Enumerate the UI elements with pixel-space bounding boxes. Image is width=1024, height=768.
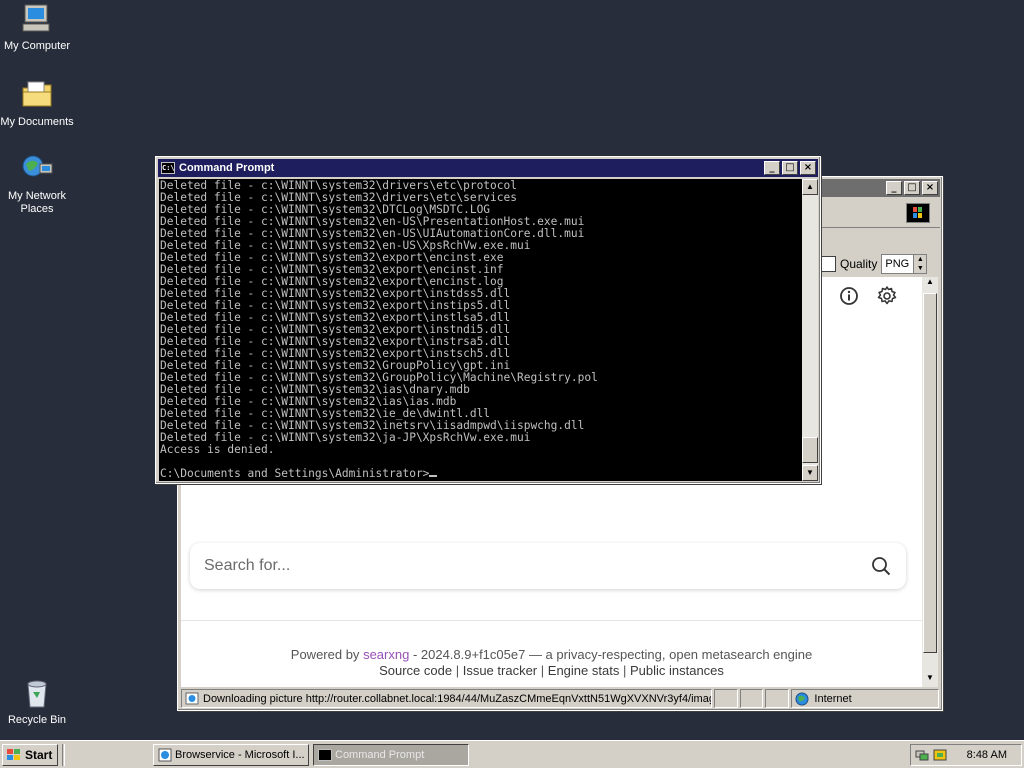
status-bar: Downloading picture http://router.collab… xyxy=(181,689,940,709)
address-bar-area xyxy=(818,201,936,225)
desktop-icon-label: My Documents xyxy=(0,116,74,128)
task-button-command-prompt[interactable]: Command Prompt xyxy=(313,743,469,766)
folder-icon xyxy=(20,78,54,112)
version-text: - 2024.8.9+f1c05e7 — a privacy-respectin… xyxy=(412,647,813,662)
search-icon[interactable] xyxy=(870,555,892,577)
scroll-thumb[interactable] xyxy=(923,293,937,653)
powered-by-text: Powered by xyxy=(290,647,360,662)
status-message-cell: Downloading picture http://router.collab… xyxy=(181,689,712,708)
quality-select[interactable]: PNG ▲ ▼ xyxy=(881,254,928,274)
scroll-down-arrow[interactable]: ▼ xyxy=(802,465,818,481)
close-button[interactable]: × xyxy=(922,181,938,195)
desktop-icon-label: Recycle Bin xyxy=(7,714,67,726)
cmd-title-bar[interactable]: C:\ Command Prompt _ □ × xyxy=(158,159,818,177)
page-icon xyxy=(185,692,199,705)
task-button-browser[interactable]: Browservice - Microsoft I... xyxy=(153,743,309,766)
zone-cell: Internet xyxy=(791,689,940,708)
footer-line-1: Powered by searxng - 2024.8.9+f1c05e7 — … xyxy=(181,647,922,663)
taskbar: Start Browservice - Microsoft I... Comma… xyxy=(0,740,1024,768)
source-code-link[interactable]: Source code xyxy=(379,663,452,678)
desktop-icon-label: My Computer xyxy=(3,40,71,52)
footer-separator: | xyxy=(540,663,545,678)
console-cursor xyxy=(429,475,438,477)
search-box xyxy=(190,543,906,589)
zone-label: Internet xyxy=(814,692,852,705)
desktop-icon-label: My Network Places xyxy=(7,190,67,215)
search-input[interactable] xyxy=(204,557,870,575)
scroll-down-arrow[interactable]: ▼ xyxy=(923,673,937,687)
command-prompt-window[interactable]: C:\ Command Prompt _ □ × Deleted file - … xyxy=(155,156,821,484)
windows-logo-icon xyxy=(6,748,22,762)
ie-page-icon xyxy=(158,748,172,762)
cmd-title: Command Prompt xyxy=(179,162,275,174)
ie-logo-icon xyxy=(906,203,930,223)
volume-tray-icon[interactable] xyxy=(933,748,947,762)
minimize-button[interactable]: _ xyxy=(764,161,780,175)
task-label: Browservice - Microsoft I... xyxy=(175,748,305,761)
scroll-up-arrow[interactable]: ▲ xyxy=(802,179,818,195)
quality-label: Quality xyxy=(840,257,878,271)
console-output[interactable]: Deleted file - c:\WINNT\system32\drivers… xyxy=(159,179,803,481)
network-tray-icon[interactable] xyxy=(915,748,929,762)
cmd-task-icon xyxy=(318,748,332,761)
status-cell xyxy=(713,689,738,708)
console-line: Access is denied. xyxy=(160,443,275,456)
clipboard-icon[interactable] xyxy=(821,256,836,272)
footer-separator: | xyxy=(622,663,627,678)
desktop-icon-my-network-places[interactable]: My Network Places xyxy=(0,152,74,216)
footer-line-2: Source code | Issue tracker | Engine sta… xyxy=(181,663,922,679)
task-label: Command Prompt xyxy=(335,748,425,761)
info-icon[interactable] xyxy=(838,285,860,307)
globe-icon xyxy=(795,692,809,706)
gear-icon[interactable] xyxy=(876,285,898,307)
quality-control: Quality PNG ▲ ▼ xyxy=(821,253,939,275)
page-top-icons xyxy=(838,285,898,307)
minimize-button[interactable]: _ xyxy=(886,181,902,195)
engine-stats-link[interactable]: Engine stats xyxy=(548,663,620,678)
recycle-bin-icon xyxy=(20,676,54,710)
maximize-button[interactable]: □ xyxy=(904,181,920,195)
start-label: Start xyxy=(25,747,53,762)
footer-separator: | xyxy=(455,663,460,678)
close-button[interactable]: × xyxy=(800,161,816,175)
computer-icon xyxy=(20,2,54,36)
browser-toolbar xyxy=(818,227,940,251)
status-message: Downloading picture http://router.collab… xyxy=(203,692,712,705)
cmd-window-icon: C:\ xyxy=(161,162,175,174)
issue-tracker-link[interactable]: Issue tracker xyxy=(463,663,537,678)
desktop-icon-recycle-bin[interactable]: Recycle Bin xyxy=(0,676,74,727)
quick-launch-area xyxy=(65,744,149,766)
network-icon xyxy=(20,152,54,186)
desktop-icon-my-documents[interactable]: My Documents xyxy=(0,78,74,129)
scroll-thumb[interactable] xyxy=(802,437,818,463)
status-cell xyxy=(739,689,764,708)
quality-value: PNG xyxy=(885,258,910,270)
searxng-link[interactable]: searxng xyxy=(363,647,409,662)
public-instances-link[interactable]: Public instances xyxy=(630,663,724,678)
desktop-icon-my-computer[interactable]: My Computer xyxy=(0,2,74,53)
browser-scrollbar[interactable]: ▲ ▼ xyxy=(922,277,938,687)
start-button[interactable]: Start xyxy=(2,743,58,766)
quality-spinner[interactable]: ▲ ▼ xyxy=(913,255,927,273)
scroll-up-arrow[interactable]: ▲ xyxy=(923,277,937,291)
system-tray: 8:48 AM xyxy=(910,744,1022,766)
clock[interactable]: 8:48 AM xyxy=(967,749,1007,761)
console-line: C:\Documents and Settings\Administrator> xyxy=(160,468,802,480)
maximize-button[interactable]: □ xyxy=(782,161,798,175)
page-footer: Powered by searxng - 2024.8.9+f1c05e7 — … xyxy=(181,620,922,687)
console-scrollbar[interactable]: ▲ ▼ xyxy=(802,179,818,481)
status-cell xyxy=(765,689,790,708)
